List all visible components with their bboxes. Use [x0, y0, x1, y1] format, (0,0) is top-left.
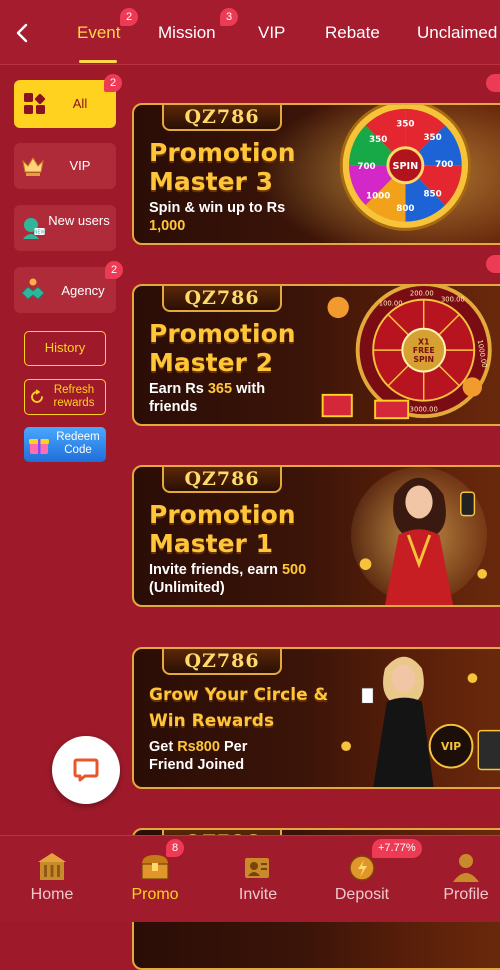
card-desc-line2: friends	[149, 399, 198, 415]
svg-text:700: 700	[435, 160, 453, 170]
svg-text:VIP: VIP	[441, 740, 461, 753]
sidebar-item-label: Agency	[61, 283, 105, 298]
sidebar-item-vip[interactable]: VIP	[14, 143, 116, 189]
card-title-line2: Win Rewards	[149, 711, 275, 731]
tab-vip[interactable]: VIP	[258, 23, 285, 43]
tab-rebate[interactable]: Rebate	[325, 23, 380, 43]
card-title-line2: Master 2	[149, 348, 273, 377]
qz786-logo: QZ786	[162, 649, 282, 675]
card-notification-dot	[486, 74, 500, 92]
svg-text:800: 800	[396, 204, 414, 214]
nav-profile[interactable]: Profile	[416, 836, 500, 922]
qz786-logo: QZ786	[162, 105, 282, 131]
nav-promo[interactable]: Promo	[105, 836, 205, 922]
new-user-icon: NEW	[23, 218, 46, 239]
refresh-rewards-label: Refresh rewards	[53, 384, 95, 409]
refresh-icon	[31, 389, 43, 403]
svg-text:SPIN: SPIN	[413, 355, 434, 364]
svg-text:350: 350	[369, 135, 387, 145]
nav-promo-badge: 8	[166, 839, 184, 857]
svg-text:X1: X1	[418, 337, 429, 346]
handshake-icon	[21, 278, 45, 300]
chat-bubble-icon	[73, 758, 99, 782]
card-title-line1: Promotion	[149, 319, 296, 348]
sidebar-item-label: New users	[48, 213, 110, 228]
sidebar-item-new-users[interactable]: NEW New users	[14, 205, 116, 251]
card-title-line1: Promotion	[149, 500, 296, 529]
tab-mission-badge: 3	[220, 8, 238, 26]
redeem-code-label: Redeem Code	[56, 431, 100, 456]
svg-text:3000.00: 3000.00	[410, 405, 438, 413]
svg-text:700: 700	[357, 162, 375, 172]
svg-text:350: 350	[396, 119, 414, 129]
svg-text:1000: 1000	[366, 191, 390, 201]
profile-icon	[453, 854, 479, 882]
nav-deposit-badge: +7.77%	[372, 839, 422, 858]
tab-mission[interactable]: Mission	[158, 23, 216, 43]
tab-event-badge: 2	[120, 8, 138, 26]
nav-invite[interactable]: Invite	[208, 836, 308, 922]
svg-text:SPIN: SPIN	[392, 161, 418, 172]
crown-icon	[22, 157, 44, 176]
nav-label: Invite	[238, 886, 278, 903]
sidebar-all-badge: 2	[104, 74, 122, 92]
card-title-line1: Grow Your Circle &	[149, 685, 329, 705]
sidebar-item-label: All	[72, 96, 88, 111]
bottom-nav: Home Promo Invite Deposit Profile	[0, 835, 500, 922]
sidebar-item-all[interactable]: All	[14, 80, 116, 128]
nav-label: Promo	[131, 886, 179, 903]
svg-text:FREE: FREE	[413, 346, 435, 355]
refresh-rewards-button[interactable]: Refresh rewards	[24, 379, 106, 415]
sidebar-item-label: VIP	[69, 158, 91, 173]
redeem-code-button[interactable]: Redeem Code	[24, 427, 106, 462]
promo-card-grow-your-circle[interactable]: VIP QZ786 Grow Your Circle & Win Rewards…	[132, 647, 500, 789]
back-arrow-icon[interactable]	[10, 20, 36, 46]
promo-card-promotion-master-1[interactable]: QZ786 Promotion Master 1 Invite friends,…	[132, 465, 500, 607]
card-desc-line1: Get Rs800 Per	[149, 739, 248, 755]
invite-icon	[245, 858, 269, 878]
card-desc-line1: Earn Rs 365 with	[149, 381, 266, 397]
card-desc-line1: Invite friends, earn 500	[149, 562, 307, 578]
grid-icon	[24, 93, 46, 114]
sidebar-agency-badge: 2	[105, 261, 123, 279]
card-title-line2: Master 1	[149, 529, 273, 558]
card-desc-line2: 1,000	[149, 218, 186, 234]
promo-card-promotion-master-2[interactable]: X1 FREE SPIN 200.00 300.00 100.00 1000.0…	[132, 284, 500, 426]
home-temple-icon	[38, 853, 66, 880]
card-desc-line1: Spin & win up to Rs	[149, 200, 286, 216]
hostess-illustration	[350, 467, 488, 605]
history-button[interactable]: History	[24, 331, 106, 366]
svg-text:850: 850	[423, 189, 441, 199]
hostess-vip-illustration: VIP	[341, 656, 500, 787]
nav-label: Home	[30, 886, 74, 903]
svg-text:200.00: 200.00	[410, 290, 434, 298]
card-desc-line2: (Unlimited)	[149, 580, 225, 596]
gift-icon	[29, 439, 49, 454]
nav-label: Deposit	[334, 886, 390, 903]
svg-text:350: 350	[423, 133, 441, 143]
card-title-line2: Master 3	[149, 167, 273, 196]
card-title-line1: Promotion	[149, 138, 296, 167]
svg-text:NEW: NEW	[34, 230, 46, 236]
customer-service-button[interactable]	[52, 736, 120, 804]
nav-label: Profile	[443, 886, 489, 903]
tab-unclaimed[interactable]: Unclaimed	[417, 23, 497, 43]
tab-event[interactable]: Event	[77, 23, 120, 43]
nav-home[interactable]: Home	[2, 836, 102, 922]
free-spin-wheel-icon: X1 FREE SPIN 200.00 300.00 100.00 1000.0…	[321, 286, 492, 420]
promo-card-promotion-master-3[interactable]: SPIN 350 350 700 850 800 1000 700 350 QZ…	[132, 103, 500, 245]
prize-wheel-icon: SPIN 350 350 700 850 800 1000 700 350	[257, 105, 500, 243]
svg-text:300.00: 300.00	[441, 296, 465, 304]
active-tab-indicator	[79, 60, 117, 63]
top-tab-bar: Event 2 Mission 3 VIP Rebate Unclaimed	[0, 0, 500, 65]
qz786-logo: QZ786	[162, 286, 282, 312]
card-desc-line2: Friend Joined	[149, 757, 245, 773]
sidebar-item-agency[interactable]: Agency	[14, 267, 116, 313]
qz786-logo: QZ786	[162, 467, 282, 493]
card-notification-dot	[486, 255, 500, 273]
svg-text:100.00: 100.00	[379, 299, 403, 307]
